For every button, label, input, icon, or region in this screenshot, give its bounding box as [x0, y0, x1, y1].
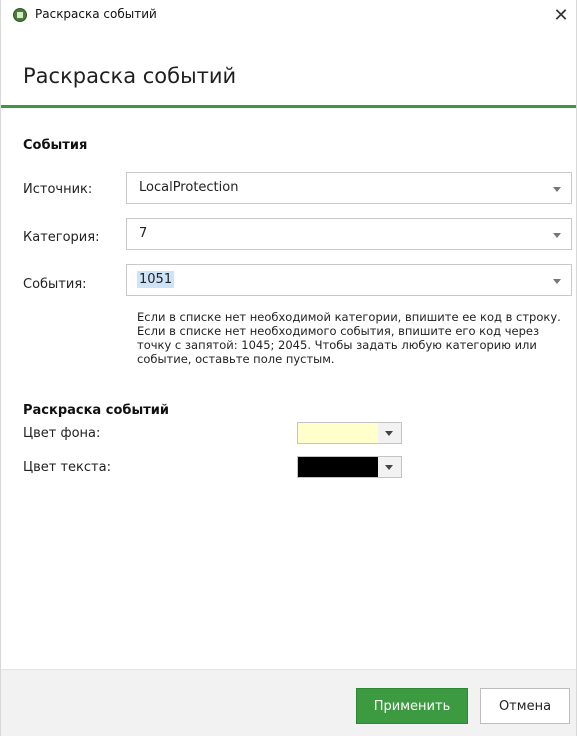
text-color-swatch — [298, 457, 378, 477]
close-button[interactable]: ✕ — [546, 0, 576, 30]
background-color-label: Цвет фона: — [23, 426, 101, 441]
text-color-picker[interactable] — [297, 456, 402, 478]
category-label: Категория: — [23, 230, 100, 245]
cancel-button[interactable]: Отмена — [480, 688, 570, 724]
dialog-footer: Применить Отмена — [1, 669, 576, 736]
chevron-down-icon — [553, 187, 561, 192]
events-hint-text: Если в списке нет необходимой категории,… — [137, 310, 561, 366]
coloring-section-title: Раскраска событий — [23, 403, 169, 418]
app-icon — [13, 8, 27, 22]
category-value: 7 — [139, 226, 148, 241]
events-label: События: — [23, 277, 87, 292]
source-label: Источник: — [23, 182, 93, 197]
dialog-header: Раскраска событий — [1, 30, 576, 108]
chevron-down-icon — [553, 279, 561, 284]
close-icon: ✕ — [553, 4, 569, 26]
chevron-down-icon — [385, 465, 393, 470]
chevron-down-icon — [385, 431, 393, 436]
chevron-down-icon — [553, 233, 561, 238]
background-color-picker[interactable] — [297, 422, 402, 444]
source-value: LocalProtection — [139, 180, 239, 195]
text-color-label: Цвет текста: — [23, 460, 111, 475]
events-select[interactable]: 1051 — [126, 264, 572, 296]
background-color-swatch — [298, 423, 378, 443]
dialog-window: Раскраска событий ✕ Раскраска событий Со… — [0, 0, 577, 736]
source-select[interactable]: LocalProtection — [126, 172, 572, 204]
title-bar: Раскраска событий ✕ — [1, 0, 576, 30]
events-section-title: События — [23, 138, 88, 153]
page-title: Раскраска событий — [23, 64, 237, 88]
category-select[interactable]: 7 — [126, 218, 572, 250]
apply-button[interactable]: Применить — [356, 688, 468, 724]
window-title: Раскраска событий — [35, 7, 157, 21]
events-value: 1051 — [137, 271, 175, 288]
